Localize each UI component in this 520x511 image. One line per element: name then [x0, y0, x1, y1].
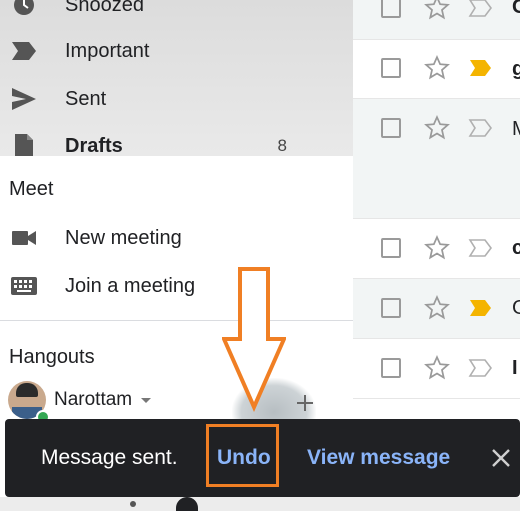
dot-icon: [130, 501, 136, 507]
join-meeting-button[interactable]: Join a meeting: [0, 262, 353, 310]
sidebar-item-label: Snoozed: [65, 0, 144, 16]
email-sender: M: [512, 118, 520, 141]
important-marker-icon[interactable]: [468, 298, 494, 318]
email-sender: g: [512, 58, 520, 80]
sidebar-item-label: Drafts: [65, 134, 123, 157]
meet-title: Meet: [9, 178, 54, 200]
checkbox[interactable]: [381, 58, 401, 78]
send-icon: [10, 85, 38, 113]
important-icon: [10, 37, 38, 65]
new-meeting-button[interactable]: New meeting: [0, 214, 353, 262]
undo-highlight-box: [206, 424, 279, 487]
star-icon[interactable]: [424, 55, 450, 81]
chevron-down-icon[interactable]: [141, 398, 151, 403]
important-marker-icon[interactable]: [468, 58, 494, 78]
sidebar-item-sent[interactable]: Sent: [0, 75, 353, 123]
checkbox[interactable]: [381, 298, 401, 318]
chat-icon[interactable]: [176, 497, 198, 511]
checkbox[interactable]: [381, 0, 401, 18]
email-row-4[interactable]: c: [353, 219, 520, 279]
email-row-5[interactable]: G: [353, 279, 520, 339]
close-icon[interactable]: [489, 446, 513, 470]
sidebar-item-label: Sent: [65, 87, 107, 110]
star-icon[interactable]: [424, 235, 450, 261]
bottom-toolbar: [0, 497, 520, 511]
clock-icon: [10, 0, 38, 19]
view-message-button[interactable]: View message: [307, 446, 450, 470]
important-marker-icon[interactable]: [468, 0, 494, 18]
star-icon[interactable]: [424, 115, 450, 141]
email-row-3[interactable]: M: [353, 99, 520, 219]
email-sender: I: [512, 357, 518, 379]
email-row-1[interactable]: G: [353, 0, 520, 40]
important-marker-icon[interactable]: [468, 118, 494, 138]
hangouts-title: Hangouts: [9, 346, 95, 368]
annotation-arrow: [220, 267, 288, 412]
important-marker-icon[interactable]: [468, 358, 494, 378]
sidebar-item-snoozed[interactable]: Snoozed: [0, 0, 353, 29]
join-meeting-label: Join a meeting: [65, 274, 196, 297]
important-marker-icon[interactable]: [468, 238, 494, 258]
snackbar-message: Message sent.: [41, 446, 178, 469]
checkbox[interactable]: [381, 238, 401, 258]
checkbox[interactable]: [381, 118, 401, 138]
sidebar-item-label: Important: [65, 39, 150, 62]
email-sender: G: [512, 297, 520, 319]
video-camera-icon: [10, 224, 38, 252]
email-row-2[interactable]: g: [353, 39, 520, 99]
star-icon[interactable]: [424, 295, 450, 321]
hangouts-user[interactable]: Narottam: [8, 381, 208, 424]
email-row-6[interactable]: I: [353, 339, 520, 399]
add-hangout-icon[interactable]: [294, 392, 316, 414]
drafts-count: 8: [277, 136, 287, 155]
new-meeting-label: New meeting: [65, 226, 182, 249]
email-sender: c: [512, 237, 520, 259]
hangouts-user-name: Narottam: [54, 389, 133, 410]
divider: [0, 320, 353, 321]
sidebar-item-important[interactable]: Important: [0, 27, 353, 75]
checkbox[interactable]: [381, 358, 401, 378]
email-sender: G: [512, 0, 520, 18]
star-icon[interactable]: [424, 355, 450, 381]
keyboard-icon: [10, 272, 38, 300]
star-icon[interactable]: [424, 0, 450, 21]
